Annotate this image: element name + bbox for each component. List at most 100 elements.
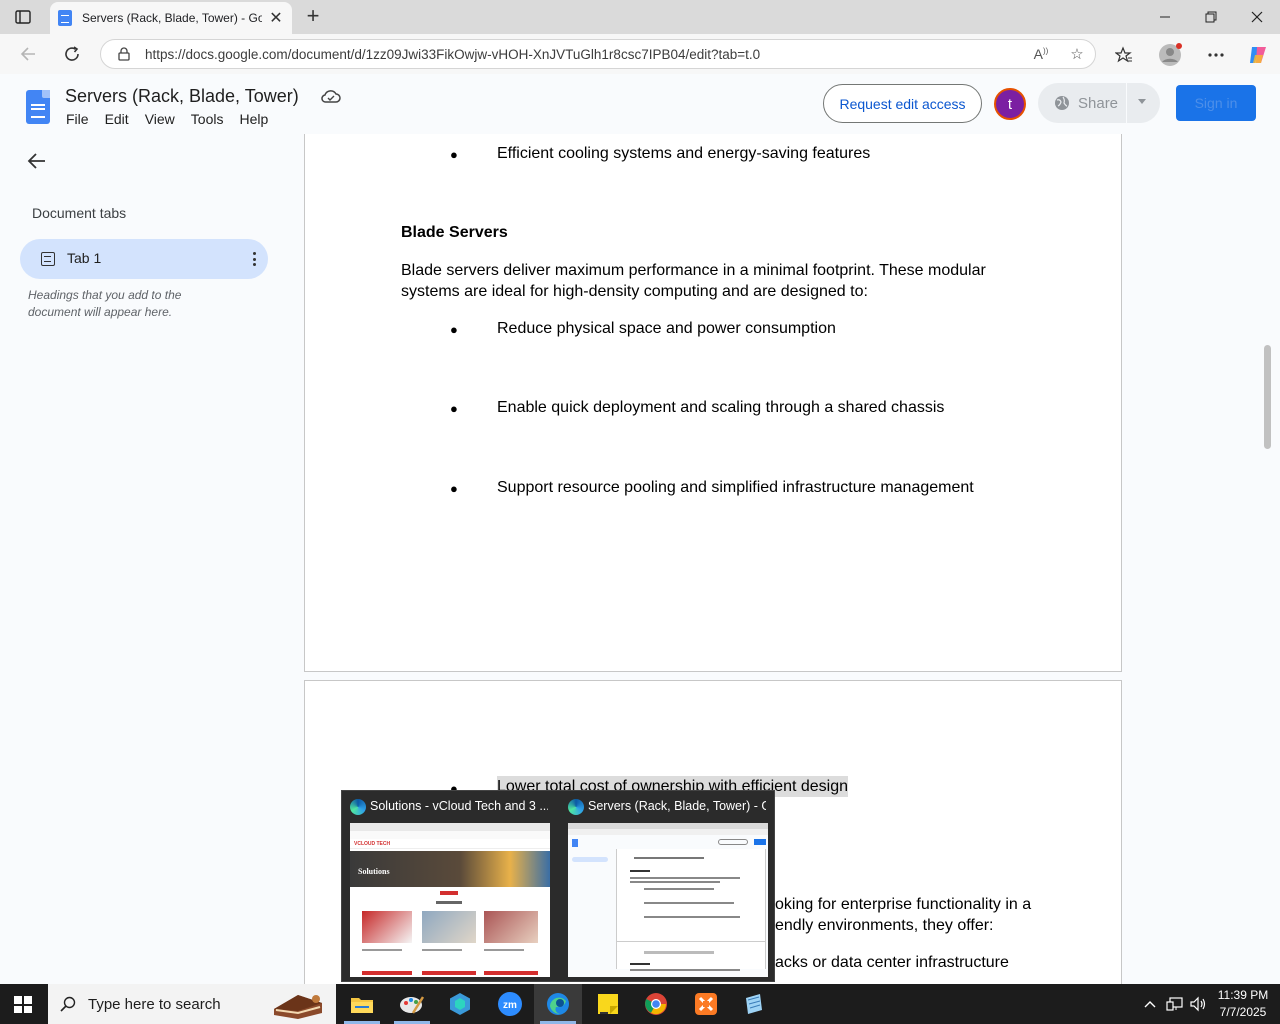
svg-text:zm: zm <box>503 1000 517 1011</box>
taskbar-chrome-browser[interactable] <box>632 984 680 1024</box>
document-tabs-heading: Document tabs <box>32 205 127 221</box>
taskbar-notepad[interactable] <box>730 984 778 1024</box>
favorite-star-icon[interactable]: ☆ <box>1059 45 1095 63</box>
minimize-window-button[interactable] <box>1142 0 1188 34</box>
bullet-icon: ● <box>450 147 458 162</box>
taskbar-zoom-app[interactable]: zm <box>486 984 534 1024</box>
edge-icon <box>568 799 584 815</box>
back-button[interactable] <box>14 40 42 68</box>
profile-avatar-icon[interactable] <box>1157 42 1183 68</box>
copilot-icon[interactable] <box>1245 42 1271 68</box>
menu-file[interactable]: File <box>66 111 89 127</box>
google-docs-logo[interactable] <box>26 90 50 124</box>
new-tab-button[interactable]: + <box>300 4 326 30</box>
bullet-text[interactable]: Support resource pooling and simplified … <box>497 477 974 498</box>
taskbar-file-explorer[interactable] <box>338 984 386 1024</box>
share-dropdown-caret-icon[interactable] <box>1138 99 1146 104</box>
bullet-text[interactable]: Efficient cooling systems and energy-sav… <box>497 143 870 164</box>
doc-tab-item[interactable]: Tab 1 <box>20 239 268 279</box>
menu-tools[interactable]: Tools <box>191 111 224 127</box>
bullet-icon: ● <box>450 401 458 416</box>
menu-view[interactable]: View <box>145 111 175 127</box>
sign-in-button[interactable]: Sign in <box>1176 85 1256 121</box>
browser-tab-title: Servers (Rack, Blade, Tower) - Goo <box>82 11 262 25</box>
preview-solutions-heading: Solutions <box>358 867 390 876</box>
restore-window-button[interactable] <box>1188 0 1234 34</box>
bullet-text[interactable]: acks or data center infrastructure <box>775 952 1009 973</box>
share-label: Share <box>1078 94 1119 112</box>
window-preview-solutions[interactable]: Solutions - vCloud Tech and 3 ... VCLOUD… <box>342 791 552 983</box>
preview-window-title: Servers (Rack, Blade, Tower) - G... <box>588 799 766 813</box>
taskbar-paint-app[interactable] <box>388 984 436 1024</box>
more-options-icon[interactable] <box>1203 42 1229 68</box>
blade-servers-heading[interactable]: Blade Servers <box>401 222 508 243</box>
bullet-icon: ● <box>450 322 458 337</box>
favorites-icon[interactable] <box>1111 42 1137 68</box>
request-edit-access-button[interactable]: Request edit access <box>823 84 982 123</box>
bullet-text[interactable]: Reduce physical space and power consumpt… <box>497 318 836 339</box>
globe-icon <box>1055 96 1069 110</box>
browser-toolbar: https://docs.google.com/document/d/1zz09… <box>0 34 1280 74</box>
sticky-notes-icon <box>598 994 618 1014</box>
paragraph-line[interactable]: oking for enterprise functionality in a <box>775 894 1031 915</box>
taskbar-xampp[interactable] <box>682 984 730 1024</box>
close-tab-icon[interactable]: ✕ <box>268 8 284 28</box>
share-button[interactable]: Share <box>1038 83 1160 123</box>
address-bar[interactable]: https://docs.google.com/document/d/1zz09… <box>100 39 1096 69</box>
document-icon <box>41 252 55 266</box>
taskbar-sticky-notes[interactable] <box>584 984 632 1024</box>
xampp-icon <box>695 993 717 1015</box>
tab-options-icon[interactable] <box>252 252 256 266</box>
bullet-icon: ● <box>450 481 458 496</box>
paragraph-line[interactable]: endly environments, they offer: <box>775 915 994 936</box>
close-icon <box>1251 11 1263 23</box>
browser-tab-active[interactable]: Servers (Rack, Blade, Tower) - Goo ✕ <box>50 2 292 34</box>
taskbar-app-hex[interactable] <box>436 984 484 1024</box>
site-info-lock-icon[interactable] <box>117 47 131 61</box>
chrome-icon <box>645 993 667 1015</box>
menu-help[interactable]: Help <box>239 111 268 127</box>
paragraph-line[interactable]: systems are ideal for high-density compu… <box>401 281 868 302</box>
taskbar-edge-browser[interactable] <box>534 984 582 1024</box>
google-docs-favicon <box>58 10 72 26</box>
clock-date: 7/7/2025 <box>1219 1005 1267 1019</box>
menu-edit[interactable]: Edit <box>105 111 129 127</box>
user-avatar[interactable]: t <box>994 88 1026 120</box>
hide-tabs-back-button[interactable] <box>26 150 48 172</box>
volume-icon[interactable] <box>1188 984 1210 1024</box>
network-icon[interactable] <box>1164 984 1186 1024</box>
reload-icon <box>65 46 79 61</box>
preview-thumbnail: VCLOUD TECH Solutions <box>350 823 550 977</box>
page-scrollbar-thumb[interactable] <box>1264 345 1271 449</box>
minimize-icon <box>1160 16 1170 18</box>
restore-icon <box>1205 11 1217 23</box>
window-preview-servers-doc[interactable]: Servers (Rack, Blade, Tower) - G... <box>560 791 770 983</box>
document-title: Servers (Rack, Blade, Tower) <box>65 86 299 106</box>
taskbar-search-box[interactable]: Type here to search <box>48 984 336 1024</box>
chevron-up-icon <box>1144 1001 1156 1008</box>
read-aloud-icon[interactable]: A)) <box>1023 46 1059 62</box>
hexagon-app-icon <box>450 993 470 1015</box>
edge-icon <box>350 799 366 815</box>
bullet-text[interactable]: Enable quick deployment and scaling thro… <box>497 397 944 418</box>
windows-start-icon[interactable] <box>14 996 32 1013</box>
show-hidden-icons-chevron[interactable] <box>1140 984 1160 1024</box>
cloud-saved-icon[interactable] <box>320 88 342 106</box>
zoom-icon: zm <box>498 992 522 1016</box>
preview-logo: VCLOUD TECH <box>354 841 391 847</box>
browser-tab-strip: Servers (Rack, Blade, Tower) - Goo ✕ + <box>0 0 1280 34</box>
document-page[interactable]: ● Efficient cooling systems and energy-s… <box>304 134 1122 672</box>
paint-palette-icon <box>400 996 425 1014</box>
system-clock[interactable]: 11:39 PM 7/7/2025 <box>1212 987 1274 1021</box>
reload-button[interactable] <box>58 40 86 68</box>
docs-header: Servers (Rack, Blade, Tower) File Edit V… <box>0 74 1280 134</box>
paragraph-line[interactable]: Blade servers deliver maximum performanc… <box>401 260 986 281</box>
close-window-button[interactable] <box>1234 0 1280 34</box>
file-explorer-icon <box>351 998 373 1013</box>
docs-menubar: File Edit View Tools Help <box>66 111 268 127</box>
search-placeholder: Type here to search <box>88 995 221 1013</box>
windows-taskbar: Type here to search zm 11:39 PM 7/7/2025 <box>0 984 1280 1024</box>
url-text[interactable]: https://docs.google.com/document/d/1zz09… <box>145 47 1023 62</box>
tab-actions-button[interactable] <box>8 5 38 29</box>
preview-thumbnail <box>568 823 768 977</box>
